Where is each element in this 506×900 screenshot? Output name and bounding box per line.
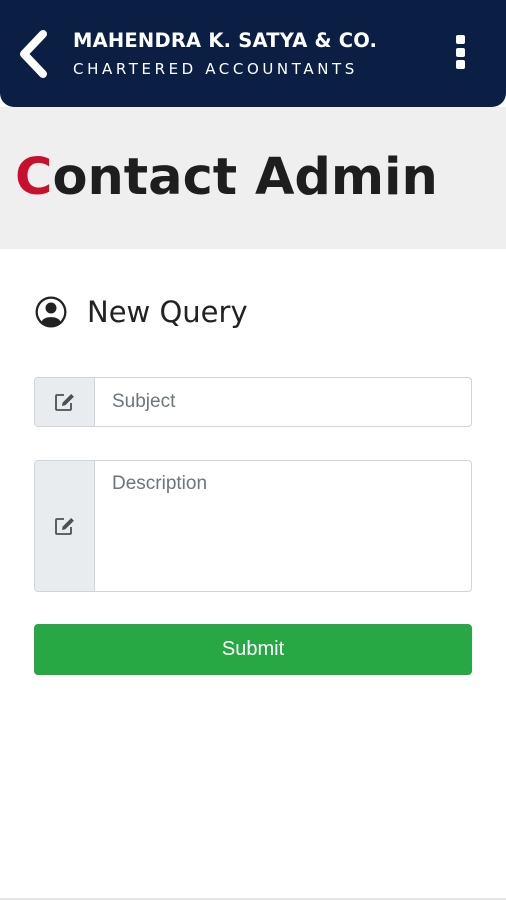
- page-title-band: Contact Admin: [0, 107, 506, 249]
- page-title-text: ontact Admin: [52, 148, 438, 207]
- subject-input[interactable]: [95, 378, 471, 426]
- edit-icon: [54, 518, 74, 535]
- page-title-accent-letter: C: [15, 148, 53, 207]
- description-addon: [35, 461, 95, 591]
- contact-admin-screen: MAHENDRA K. SATYA & CO. CHARTERED ACCOUN…: [0, 0, 506, 900]
- description-textarea[interactable]: [95, 461, 471, 591]
- form-heading-text: New Query: [87, 295, 248, 329]
- form-heading: New Query: [34, 295, 248, 329]
- subject-addon: [35, 378, 95, 426]
- chevron-left-icon: [20, 30, 47, 78]
- more-vertical-icon: [455, 35, 465, 44]
- description-input-group: [34, 460, 472, 592]
- edit-icon: [54, 394, 74, 411]
- submit-button[interactable]: Submit: [34, 624, 472, 675]
- more-vertical-icon-dot: [455, 60, 465, 69]
- more-vertical-icon-dot: [455, 47, 465, 57]
- user-circle-icon: [34, 295, 68, 329]
- subject-input-group: [34, 377, 472, 427]
- page-title: Contact Admin: [15, 147, 438, 209]
- back-button[interactable]: [12, 28, 54, 80]
- app-header: MAHENDRA K. SATYA & CO. CHARTERED ACCOUN…: [0, 0, 506, 107]
- firm-tagline: CHARTERED ACCOUNTANTS: [73, 60, 358, 78]
- new-query-form: New Query Submit: [0, 249, 506, 900]
- overflow-menu-button[interactable]: [448, 32, 472, 72]
- firm-brand: MAHENDRA K. SATYA & CO. CHARTERED ACCOUN…: [73, 28, 423, 80]
- firm-name: MAHENDRA K. SATYA & CO.: [73, 29, 378, 52]
